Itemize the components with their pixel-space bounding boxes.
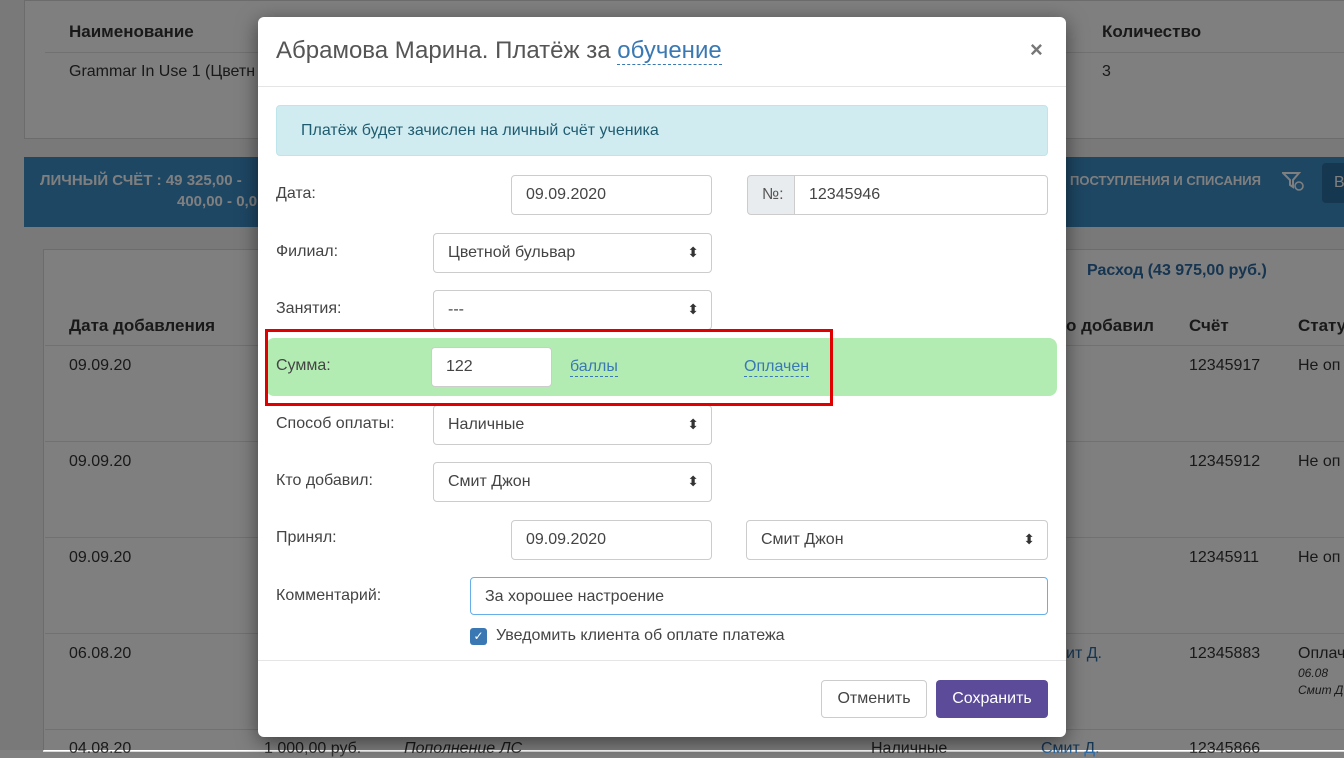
- select-arrows-icon: ⬍: [1023, 531, 1035, 547]
- added-by-label: Кто добавил:: [276, 472, 373, 489]
- branch-label: Филиал:: [276, 243, 339, 260]
- modal-title-text: Абрамова Марина. Платёж за: [276, 37, 611, 64]
- accepted-label: Принял:: [276, 529, 337, 546]
- added-by-select-value: Смит Джон: [448, 473, 531, 490]
- lessons-select[interactable]: --- ⬍: [433, 290, 712, 330]
- comment-label: Комментарий:: [276, 587, 382, 604]
- select-arrows-icon: ⬍: [687, 301, 699, 317]
- modal-title: Абрамова Марина. Платёж за обучение: [276, 37, 722, 65]
- method-select[interactable]: Наличные ⬍: [433, 405, 712, 445]
- notify-label[interactable]: Уведомить клиента об оплате платежа: [496, 627, 785, 645]
- cancel-button[interactable]: Отменить: [821, 680, 927, 718]
- payment-type-link[interactable]: обучение: [617, 37, 722, 65]
- modal-footer-divider: [258, 660, 1066, 661]
- info-alert: Платёж будет зачислен на личный счёт уче…: [276, 105, 1048, 156]
- method-select-value: Наличные: [448, 416, 525, 433]
- number-input[interactable]: 12345946: [794, 175, 1048, 215]
- select-arrows-icon: ⬍: [687, 416, 699, 432]
- select-arrows-icon: ⬍: [687, 244, 699, 260]
- close-icon[interactable]: ×: [1030, 37, 1043, 63]
- notify-checkbox[interactable]: ✓: [470, 628, 487, 645]
- branch-select[interactable]: Цветной бульвар ⬍: [433, 233, 712, 273]
- date-input[interactable]: 09.09.2020: [511, 175, 712, 215]
- lessons-label: Занятия:: [276, 300, 342, 317]
- lessons-select-value: ---: [448, 301, 464, 318]
- added-by-select[interactable]: Смит Джон ⬍: [433, 462, 712, 502]
- highlight-frame: [265, 329, 833, 406]
- branch-select-value: Цветной бульвар: [448, 244, 576, 261]
- save-button[interactable]: Сохранить: [936, 680, 1048, 718]
- number-addon: №:: [747, 175, 795, 215]
- accepted-by-select[interactable]: Смит Джон ⬍: [746, 520, 1048, 560]
- accepted-by-select-value: Смит Джон: [761, 531, 844, 548]
- accepted-date-input[interactable]: 09.09.2020: [511, 520, 712, 560]
- select-arrows-icon: ⬍: [687, 473, 699, 489]
- modal-header: Абрамова Марина. Платёж за обучение ×: [258, 17, 1066, 87]
- method-label: Способ оплаты:: [276, 415, 395, 432]
- date-label: Дата:: [276, 185, 316, 202]
- comment-textarea[interactable]: За хорошее настроение: [470, 577, 1048, 615]
